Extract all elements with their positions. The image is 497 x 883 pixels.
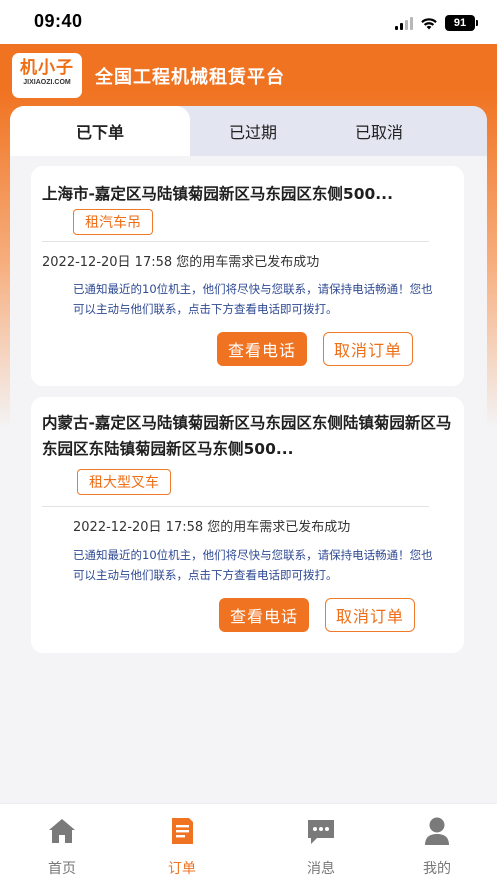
tabbar-profile[interactable]: 我的 — [375, 804, 497, 883]
tabbar-label: 我的 — [423, 861, 451, 877]
cellular-signal-icon — [395, 16, 413, 30]
tab-expired[interactable]: 已过期 — [190, 106, 316, 156]
bottom-tab-bar: 首页 订单 消息 我的 — [0, 803, 497, 883]
status-bar: 09:40 91 — [0, 0, 497, 44]
order-notice: 已通知最近的10位机主，他们将尽快与您联系，请保持电话畅通！您也可以主动与他们联… — [73, 282, 433, 316]
order-icon — [172, 818, 193, 844]
cancel-order-button[interactable]: 取消订单 — [325, 598, 415, 632]
order-status-tabs: 已下单 已过期 已取消 — [10, 106, 487, 156]
home-icon — [49, 819, 75, 843]
divider — [42, 241, 429, 242]
order-status-text: 2022-12-20日 17:58 您的用车需求已发布成功 — [42, 255, 320, 270]
order-address: 上海市-嘉定区马陆镇菊园新区马东园区东侧500... — [42, 185, 393, 203]
tabbar-home[interactable]: 首页 — [0, 804, 124, 883]
profile-icon — [425, 817, 449, 845]
order-type-tag: 租大型叉车 — [77, 469, 171, 495]
tabbar-label: 订单 — [168, 861, 196, 877]
tabbar-label: 消息 — [307, 861, 335, 877]
status-time: 09:40 — [34, 11, 83, 31]
logo-text: 机小子 — [20, 58, 74, 78]
cancel-order-button[interactable]: 取消订单 — [323, 332, 413, 366]
battery-icon: 91 — [445, 15, 478, 31]
status-icons: 91 — [395, 14, 478, 32]
order-type-tag: 租汽车吊 — [73, 209, 153, 235]
tabbar-messages[interactable]: 消息 — [259, 804, 383, 883]
tab-ordered[interactable]: 已下单 — [10, 106, 190, 156]
app-header: 机小子 JIXIAOZI.COM 全国工程机械租赁平台 — [0, 44, 497, 106]
tab-cancelled[interactable]: 已取消 — [316, 106, 442, 156]
order-status-text: 2022-12-20日 17:58 您的用车需求已发布成功 — [73, 520, 351, 535]
page-title: 全国工程机械租赁平台 — [95, 67, 285, 88]
wifi-icon — [421, 18, 437, 30]
tabbar-label: 首页 — [48, 861, 76, 877]
view-phone-button[interactable]: 查看电话 — [219, 598, 309, 632]
tabbar-orders[interactable]: 订单 — [120, 804, 244, 883]
order-notice: 已通知最近的10位机主，他们将尽快与您联系，请保持电话畅通！您也可以主动与他们联… — [73, 548, 433, 582]
view-phone-button[interactable]: 查看电话 — [217, 332, 307, 366]
app-logo: 机小子 JIXIAOZI.COM — [12, 53, 82, 98]
message-icon — [308, 820, 334, 844]
logo-domain: JIXIAOZI.COM — [23, 79, 71, 86]
order-address: 内蒙古-嘉定区马陆镇菊园新区马东园区东侧陆镇菊园新区马东园区东陆镇菊园新区马东侧… — [42, 414, 452, 458]
divider — [42, 506, 429, 507]
